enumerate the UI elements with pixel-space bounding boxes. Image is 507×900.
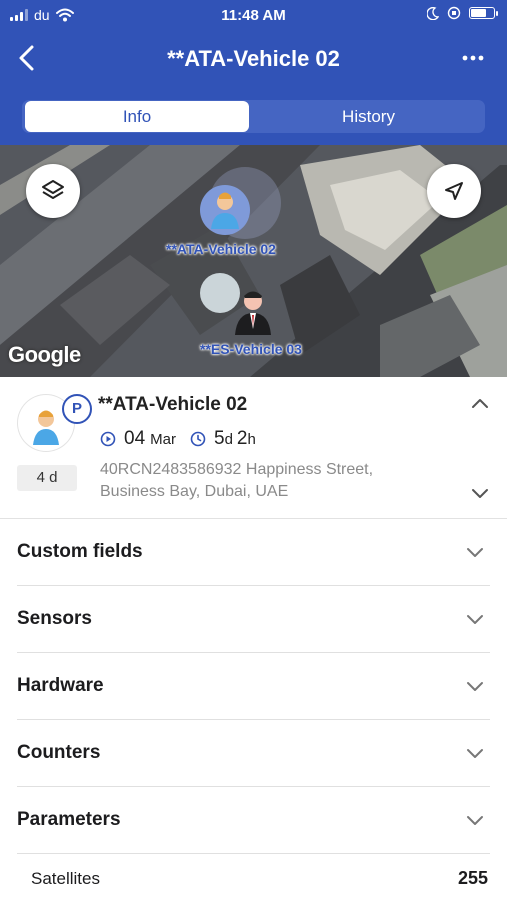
vehicle-marker-ata-02[interactable]	[200, 185, 250, 235]
date-day: 04	[124, 428, 146, 449]
status-bar: du 11:48 AM	[0, 0, 507, 32]
chevron-down-icon	[467, 615, 483, 624]
battery-icon	[469, 7, 498, 19]
chevron-down-icon	[467, 548, 483, 557]
moon-icon	[427, 6, 439, 20]
vehicle-name: **ATA-Vehicle 02	[98, 394, 248, 415]
navigation-arrow-icon	[445, 182, 463, 200]
vehicle-summary: P 4 d **ATA-Vehicle 02 04 Mar 5 d 2 h 40…	[0, 377, 507, 519]
time-meta-row: 04 Mar 5 d 2 h	[100, 428, 256, 450]
segmented-tabs: Info History	[22, 100, 485, 133]
expand-address-chevron-icon[interactable]	[470, 487, 490, 499]
google-attribution: Google	[8, 342, 81, 367]
duration-hours: 2	[236, 428, 248, 449]
parameter-label: Satellites	[31, 869, 100, 888]
section-sensors[interactable]: Sensors	[17, 586, 490, 653]
chevron-down-icon	[467, 749, 483, 758]
duration-days-unit: d	[224, 430, 233, 448]
tab-history[interactable]: History	[252, 100, 485, 133]
status-right	[427, 6, 498, 20]
duration-days: 5	[213, 428, 225, 449]
section-label: Parameters	[17, 809, 121, 830]
page-title: **ATA-Vehicle 02	[167, 46, 340, 71]
vehicle-marker-es-03[interactable]	[230, 285, 276, 337]
address-line-1: 40RCN2483586932 Happiness Street,	[100, 461, 374, 478]
section-custom-fields[interactable]: Custom fields	[17, 519, 490, 586]
app-header: du 11:48 AM **ATA-Vehicle 02 Info Histor…	[0, 0, 507, 145]
chevron-down-icon	[467, 682, 483, 691]
map-layers-button[interactable]	[26, 164, 80, 218]
parameter-row-satellites: Satellites 255	[0, 855, 507, 900]
battery-level	[471, 9, 486, 17]
days-badge: 4 d	[17, 465, 77, 491]
tab-info[interactable]: Info	[25, 101, 249, 132]
map-view[interactable]: **ATA-Vehicle 02 **ES-Vehicle 03 Google	[0, 145, 507, 377]
collapse-chevron-up-icon[interactable]	[470, 397, 490, 409]
date-month: Mar	[150, 430, 176, 448]
section-parameters[interactable]: Parameters	[17, 787, 490, 854]
map-marker-label: **ATA-Vehicle 02	[166, 241, 276, 257]
driver-avatar-icon	[211, 192, 239, 229]
section-counters[interactable]: Counters	[17, 720, 490, 787]
section-label: Sensors	[17, 608, 92, 629]
parked-status-badge: P	[62, 394, 92, 424]
orientation-lock-icon	[447, 6, 461, 20]
more-options-button[interactable]	[461, 48, 485, 68]
vehicle-address: 40RCN2483586932 Happiness Street, Busine…	[100, 459, 440, 503]
section-label: Counters	[17, 742, 101, 763]
section-label: Hardware	[17, 675, 104, 696]
map-marker-label: **ES-Vehicle 03	[200, 341, 302, 357]
duration-hours-unit: h	[247, 430, 256, 448]
chevron-down-icon	[467, 816, 483, 825]
driver-suit-avatar-icon	[235, 291, 271, 335]
my-location-button[interactable]	[427, 164, 481, 218]
section-hardware[interactable]: Hardware	[17, 653, 490, 720]
section-label: Custom fields	[17, 541, 143, 562]
clock-icon	[190, 431, 206, 447]
address-line-2: Business Bay, Dubai, UAE	[100, 483, 289, 500]
layers-icon	[42, 180, 64, 199]
parameter-value: 255	[457, 868, 488, 888]
navigation-bar: **ATA-Vehicle 02	[0, 36, 507, 80]
play-circle-icon	[100, 431, 116, 447]
